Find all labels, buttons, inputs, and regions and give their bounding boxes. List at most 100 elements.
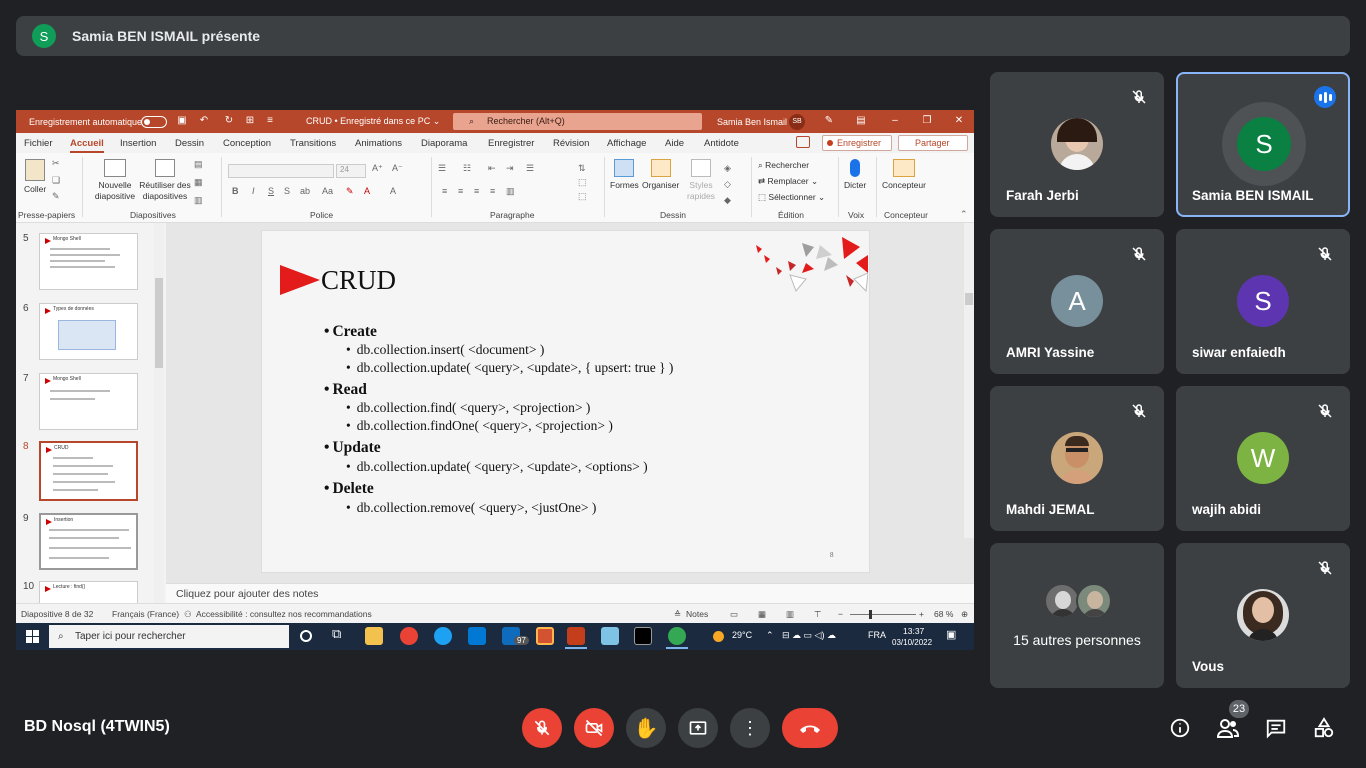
document-title[interactable]: CRUD • Enregistré dans ce PC ⌄ [306,116,440,127]
tab-affichage[interactable]: Affichage [607,138,646,149]
minimize-icon[interactable]: – [889,115,901,127]
shrink-font-icon[interactable]: A⁻ [392,163,403,174]
ppt-search-box[interactable]: ⌕ Rechercher (Alt+Q) [453,113,702,130]
tab-enregistrer[interactable]: Enregistrer [488,138,534,149]
weather-icon[interactable] [713,631,724,642]
store-icon[interactable] [468,627,486,645]
new-slide-button[interactable]: Nouvelle diapositive [89,159,141,202]
notifications-icon[interactable]: ▣ [946,628,956,641]
edge-icon[interactable] [434,627,452,645]
slide-thumbnail-6[interactable]: Types de données [39,303,138,360]
tab-accueil[interactable]: Accueil [70,138,104,153]
shape-fill-icon[interactable]: ◈ [724,163,731,174]
decrease-indent-icon[interactable]: ⇤ [488,163,496,174]
section-icon[interactable]: ▥ [194,195,203,206]
italic-icon[interactable]: I [252,186,255,196]
close-icon[interactable]: ✕ [953,115,965,127]
line-spacing-icon[interactable]: ☰ [526,163,534,174]
share-button[interactable]: Partager [898,135,968,151]
reset-icon[interactable]: ▦ [194,177,203,188]
notes-pane[interactable]: Cliquez pour ajouter des notes [166,583,974,603]
dictate-button[interactable]: Dicter [844,159,866,191]
shapes-button[interactable]: Formes [610,159,639,191]
slide-scrollbar[interactable] [964,223,974,538]
windows-start-icon[interactable] [26,630,39,643]
slide-thumbnail-8[interactable]: CRUD [39,441,138,501]
raise-hand-button[interactable]: ✋ [626,708,666,748]
slide[interactable]: CRUD Create db.collection.insert( <docum… [261,230,870,573]
tab-fichier[interactable]: Fichier [24,138,53,149]
layout-icon[interactable]: ▤ [194,159,203,170]
participant-tile[interactable]: W wajih abidi [1176,386,1350,531]
tab-revision[interactable]: Révision [553,138,589,149]
highlight-icon[interactable]: ✎ [346,186,354,197]
task-view-icon[interactable]: ⧉ [332,626,350,644]
zoom-level[interactable]: 68 % [934,609,953,619]
leave-call-button[interactable] [782,708,838,748]
thumbnail-scrollbar[interactable] [154,223,164,603]
present-screen-button[interactable] [678,708,718,748]
meeting-details-button[interactable] [1166,714,1194,742]
align-text-icon[interactable]: ⬚ [578,177,587,188]
format-painter-icon[interactable]: ✎ [52,191,60,202]
calendar-app-icon[interactable] [536,627,554,645]
numbering-icon[interactable]: ☷ [463,163,471,174]
bold-icon[interactable]: B [232,186,239,196]
more-options-button[interactable]: ⋮ [730,708,770,748]
ribbon-display-icon[interactable]: ▤ [855,115,867,127]
notepad-icon[interactable] [601,627,619,645]
paste-button[interactable]: Coller [24,159,46,195]
participant-tile[interactable]: A AMRI Yassine [990,229,1164,374]
font-size-select[interactable]: 24 [336,164,366,178]
font-family-select[interactable] [228,164,334,178]
notes-toggle[interactable]: Notes [686,609,708,619]
clock-time[interactable]: 13:37 [903,626,924,636]
underline-icon[interactable]: S [268,186,274,196]
weather-temp[interactable]: 29°C [732,630,752,640]
tray-chevron-icon[interactable]: ⌃ [766,630,774,641]
customize-icon[interactable]: ≡ [264,115,276,127]
taskbar-search[interactable]: ⌕ Taper ici pour rechercher [49,625,289,648]
tab-diaporama[interactable]: Diaporama [421,138,467,149]
align-left-icon[interactable]: ≡ [442,186,447,196]
participant-tile[interactable]: S siwar enfaiedh [1176,229,1350,374]
spacing-icon[interactable]: ab [300,186,310,196]
fit-slide-icon[interactable]: ⊕ [961,609,968,620]
copy-icon[interactable]: ❏ [52,175,60,186]
tab-animations[interactable]: Animations [355,138,402,149]
participant-tile[interactable]: S Samia BEN ISMAIL [1176,72,1350,217]
arrange-button[interactable]: Organiser [642,159,679,191]
slide-thumbnail-5[interactable]: Mongo Shell [39,233,138,290]
justify-icon[interactable]: ≡ [490,186,495,196]
clock-date[interactable]: 03/10/2022 [892,638,932,647]
strikethrough-icon[interactable]: S [284,186,290,196]
autosave-toggle[interactable] [141,116,167,128]
normal-view-icon[interactable]: ▭ [730,609,738,620]
tab-transitions[interactable]: Transitions [290,138,336,149]
columns-icon[interactable]: ▥ [506,186,515,197]
designer-button[interactable]: Concepteur [882,159,926,191]
tab-conception[interactable]: Conception [223,138,271,149]
smartart-icon[interactable]: ⬚ [578,191,587,202]
tab-aide[interactable]: Aide [665,138,684,149]
slide-thumbnail-7[interactable]: Mongo Shell [39,373,138,430]
slideshow-view-icon[interactable]: ⊤ [814,609,821,620]
tray-apps-icon[interactable]: ⊟ ☁ ▭ ◁) ☁ [782,630,836,641]
zoom-in-icon[interactable]: + [919,609,924,619]
user-avatar[interactable]: SB [789,114,805,130]
input-language[interactable]: FRA [868,630,886,640]
pen-icon[interactable]: ✎ [823,115,835,127]
record-button[interactable]: Enregistrer [822,135,892,151]
zoom-slider-thumb[interactable] [869,610,872,619]
chrome-icon[interactable] [400,627,418,645]
camera-toggle-button[interactable] [574,708,614,748]
activities-button[interactable] [1310,714,1338,742]
sorter-view-icon[interactable]: ▦ [758,609,766,620]
slide-thumbnail-10[interactable]: Lecture : find() [39,581,138,603]
reading-view-icon[interactable]: ▥ [786,609,794,620]
terminal-icon[interactable] [634,627,652,645]
save-icon[interactable]: ▣ [176,115,188,127]
increase-indent-icon[interactable]: ⇥ [506,163,514,174]
undo-icon[interactable]: ↶ [198,115,210,127]
zoom-out-icon[interactable]: − [838,609,843,619]
